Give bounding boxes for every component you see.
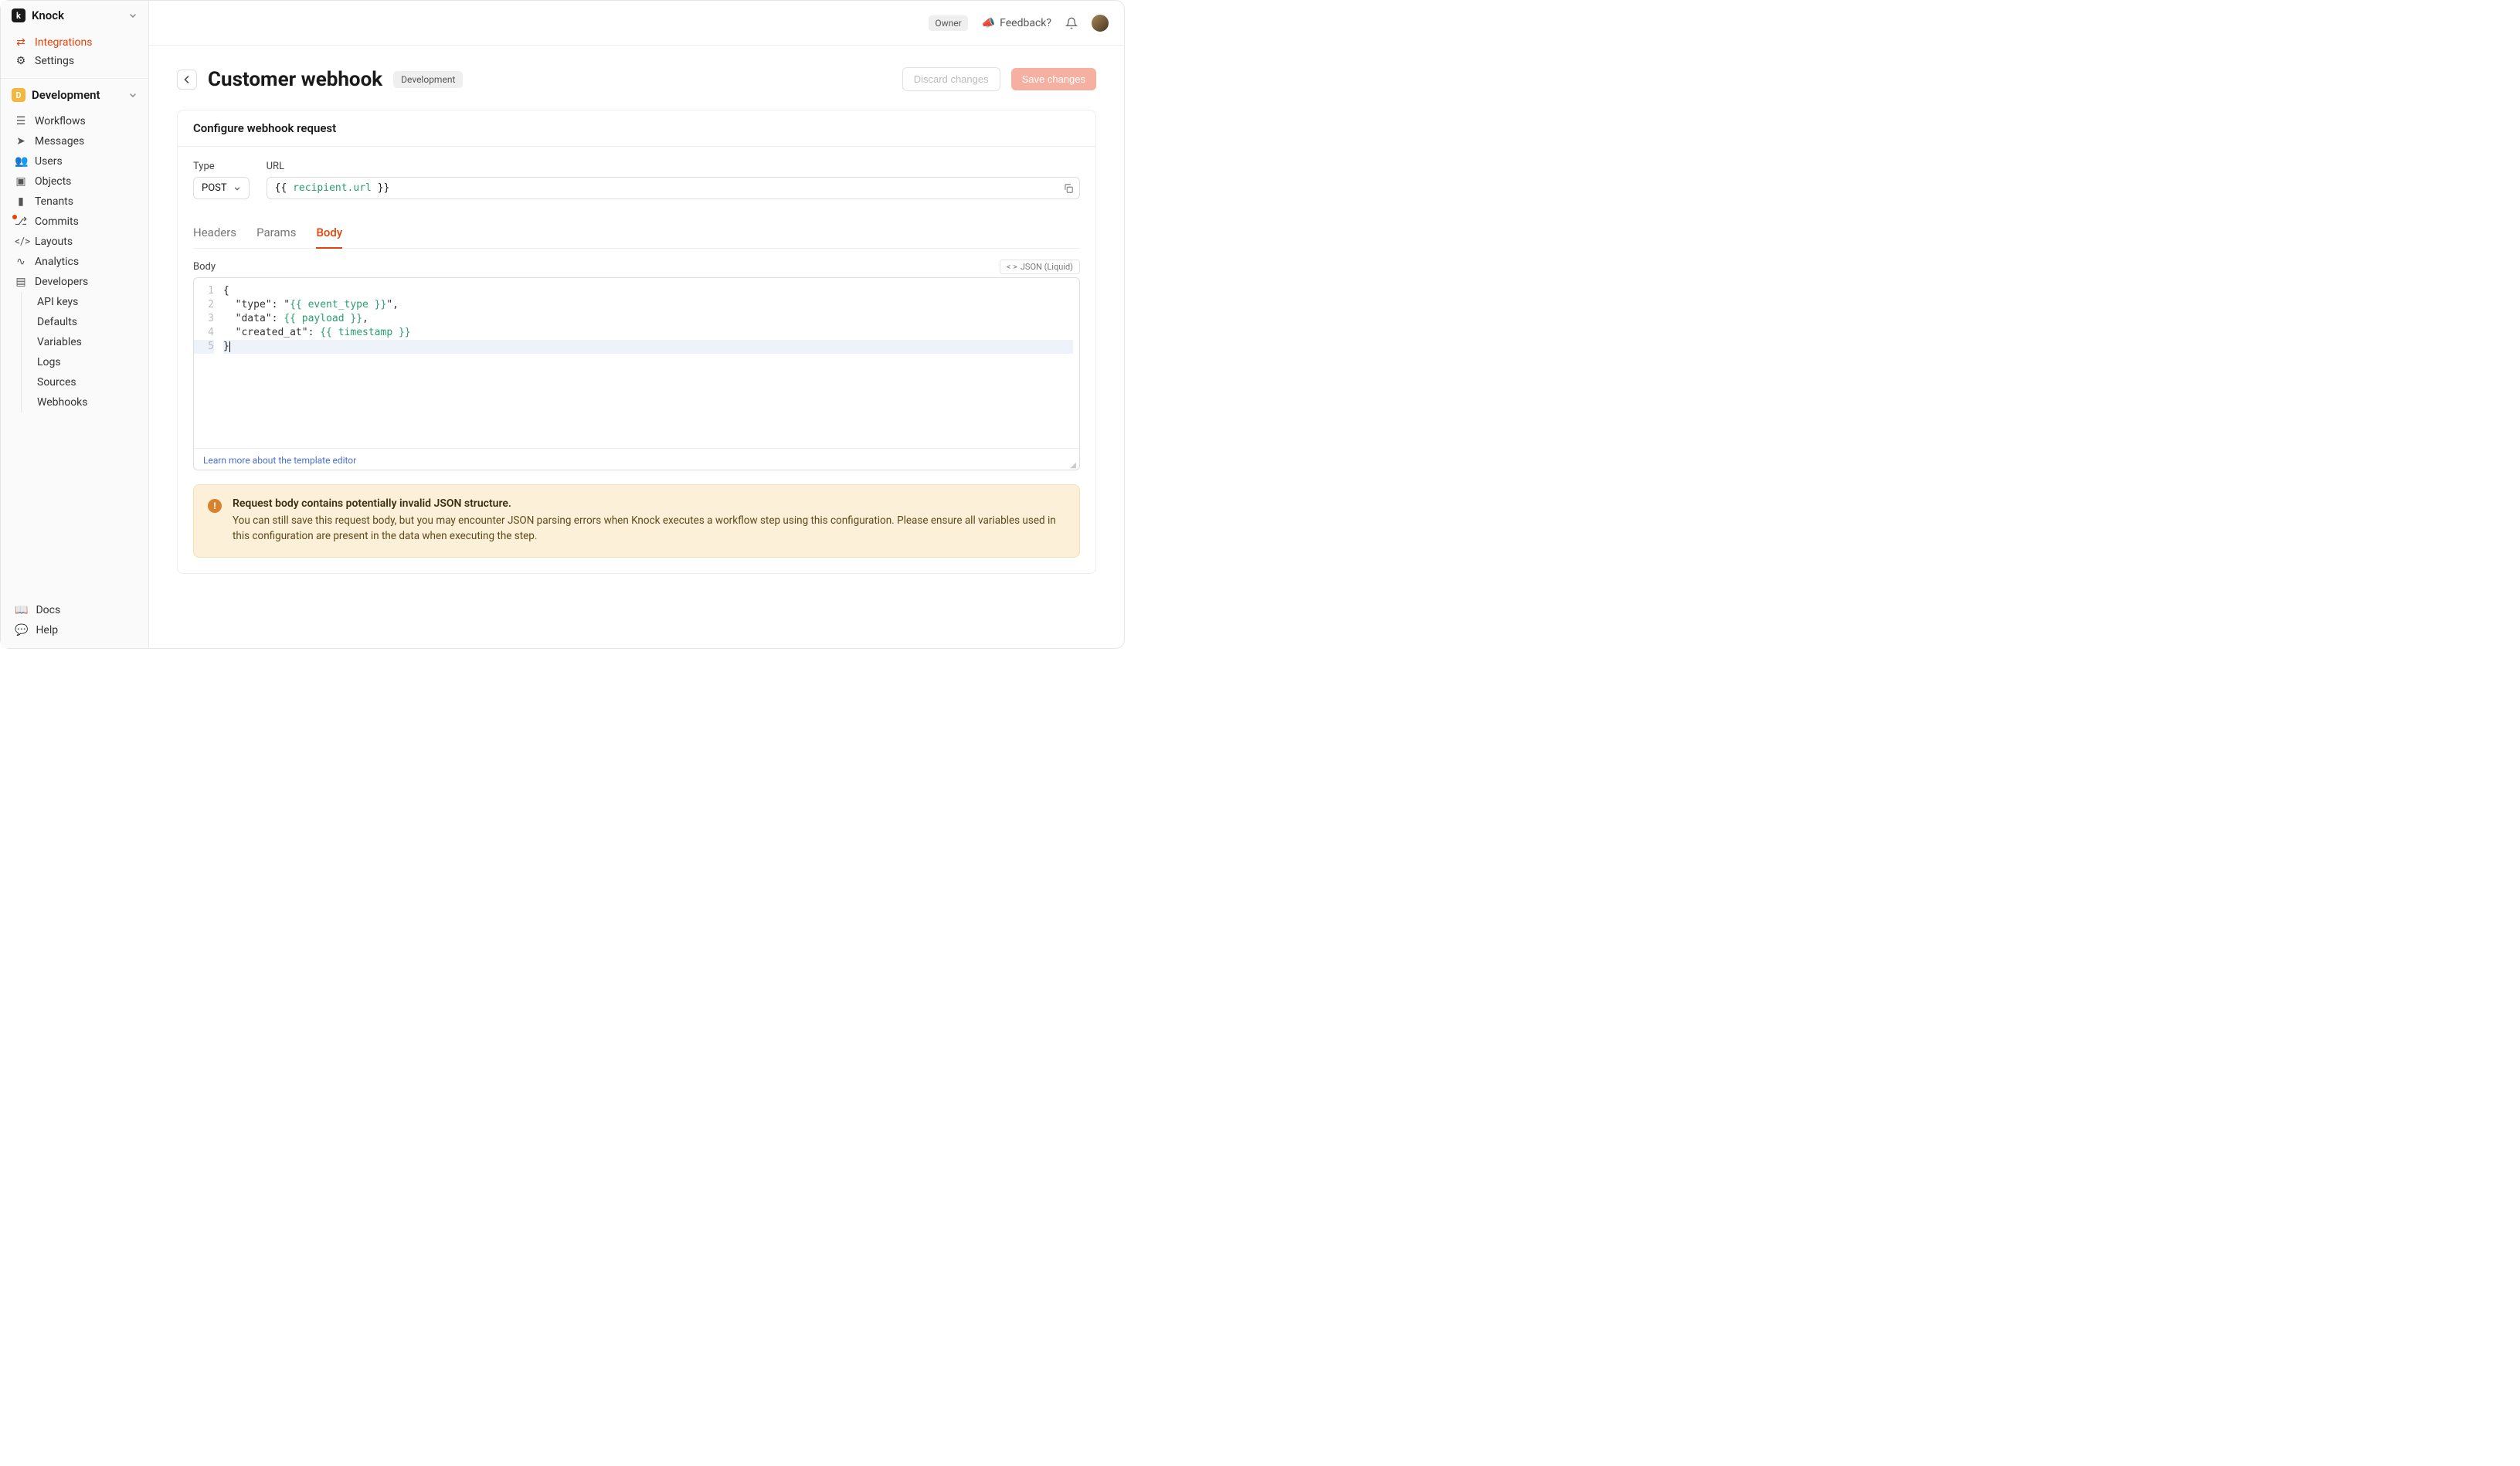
nav-commits[interactable]: ⎇Commits [7,212,142,232]
brand-name: Knock [32,8,122,22]
panel-title: Configure webhook request [178,110,1095,147]
env-name: Development [32,88,122,102]
analytics-icon: ∿ [15,256,27,268]
warning-alert: ! Request body contains potentially inva… [193,484,1080,558]
code-icon: </> [15,236,27,248]
alert-body: You can still save this request body, bu… [233,513,1065,545]
nav-users[interactable]: 👥Users [7,151,142,171]
language-pill[interactable]: < > JSON (Liquid) [1000,260,1080,274]
nav-apikeys[interactable]: API keys [23,292,142,312]
url-input[interactable]: {{ recipient.url }} [267,177,1080,199]
cursor [229,341,230,352]
url-label: URL [267,161,1080,172]
stack-icon: ☰ [15,115,27,127]
objects-icon: ▣ [15,175,27,188]
nav-layouts[interactable]: </>Layouts [7,232,142,252]
nav-objects[interactable]: ▣Objects [7,171,142,192]
terminal-icon: ▤ [15,276,27,288]
type-label: Type [193,161,250,172]
role-badge: Owner [929,15,967,31]
send-icon: ➤ [15,135,27,148]
warning-icon: ! [208,499,222,513]
nav-tenants[interactable]: ▮Tenants [7,192,142,212]
tab-params[interactable]: Params [256,219,296,248]
nav-label: Integrations [35,36,92,49]
code-area[interactable]: { "type": "{{ event_type }}", "data": {{… [220,278,1079,448]
nav-label: Settings [35,55,74,67]
tabs: Headers Params Body [193,219,1080,249]
nav-sources[interactable]: Sources [23,372,142,392]
chevron-down-icon [128,90,138,100]
body-label: Body [193,261,216,273]
body-editor[interactable]: 12345 { "type": "{{ event_type }}", "dat… [193,277,1080,470]
nav-defaults[interactable]: Defaults [23,312,142,332]
tenants-icon: ▮ [15,195,27,208]
env-badge: D [12,88,25,102]
alert-title: Request body contains potentially invali… [233,497,1065,510]
nav-integrations[interactable]: ⇄ Integrations [7,33,142,52]
nav-messages[interactable]: ➤Messages [7,131,142,151]
tab-headers[interactable]: Headers [193,219,236,248]
chevron-down-icon [233,185,241,192]
sidebar: k Knock ⇄ Integrations ⚙ Settings D Deve… [1,1,149,648]
method-select[interactable]: POST [193,177,250,199]
nav-developers[interactable]: ▤Developers [7,272,142,292]
line-gutter: 12345 [194,278,220,448]
integrations-icon: ⇄ [15,36,27,49]
tab-body[interactable]: Body [316,219,342,249]
environment-switcher[interactable]: D Development [1,79,148,110]
users-icon: 👥 [15,155,27,168]
discard-button[interactable]: Discard changes [902,67,1000,91]
env-tag: Development [393,71,463,88]
code-icon: < > [1007,262,1017,272]
user-avatar[interactable] [1092,15,1109,32]
nav-variables[interactable]: Variables [23,332,142,352]
nav-workflows[interactable]: ☰Workflows [7,111,142,131]
book-icon: 📖 [15,604,28,616]
config-panel: Configure webhook request Type POST URL [177,110,1096,574]
learn-more-link[interactable]: Learn more about the template editor [203,455,356,466]
notifications-button[interactable] [1065,17,1078,29]
page-header: Customer webhook Development Discard cha… [149,46,1124,105]
nav-webhooks[interactable]: Webhooks [23,392,142,412]
workspace-switcher[interactable]: k Knock [1,1,148,30]
nav-logs[interactable]: Logs [23,352,142,372]
feedback-link[interactable]: 📣 Feedback? [982,17,1051,29]
nav-analytics[interactable]: ∿Analytics [7,252,142,272]
copy-icon[interactable] [1063,183,1074,194]
page-title: Customer webhook [208,68,382,91]
nav-settings[interactable]: ⚙ Settings [7,52,142,70]
logo-mark: k [12,8,25,22]
nav-docs[interactable]: 📖Docs [7,600,142,620]
chevron-down-icon [128,11,138,20]
gear-icon: ⚙ [15,55,27,67]
branch-icon: ⎇ [15,215,27,228]
nav-help[interactable]: 💬Help [7,620,142,640]
save-button[interactable]: Save changes [1011,68,1096,90]
pending-dot [12,214,18,220]
megaphone-icon: 📣 [982,17,995,29]
topbar: Owner 📣 Feedback? [149,1,1124,46]
chat-icon: 💬 [15,624,28,636]
back-button[interactable] [177,70,197,90]
